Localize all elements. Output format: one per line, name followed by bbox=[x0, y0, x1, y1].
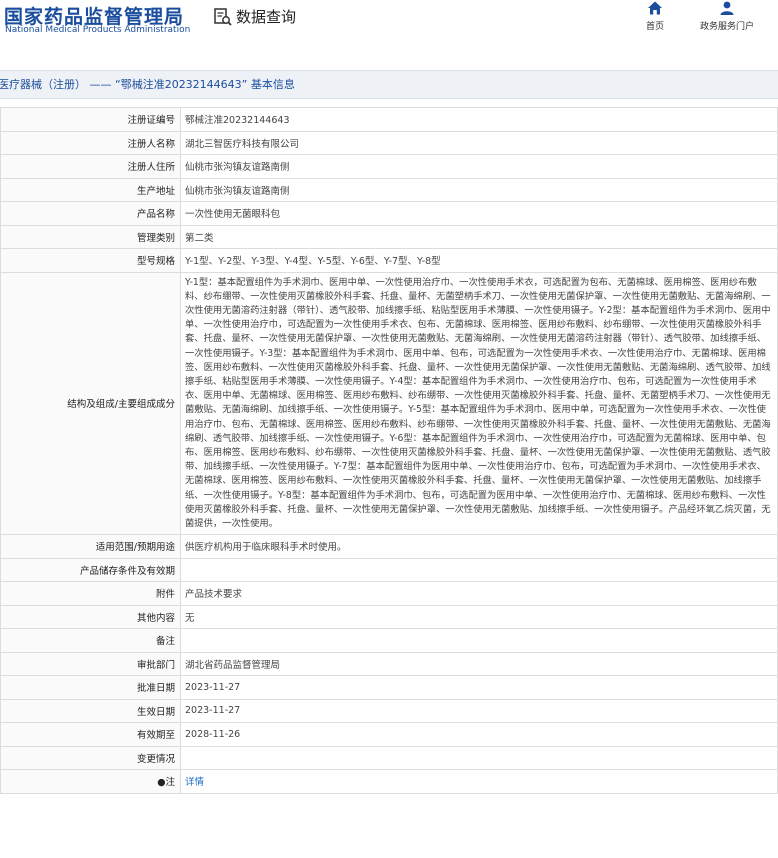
row-label: 适用范围/预期用途 bbox=[0, 534, 181, 559]
table-row: 结构及组成/主要组成成分 Y-1型：基本配置组件为手术洞巾、医用中单、一次性使用… bbox=[0, 271, 778, 536]
row-label: 产品储存条件及有效期 bbox=[0, 557, 181, 583]
nav-service-portal[interactable]: 政务服务门户 bbox=[700, 0, 754, 32]
table-row: 有效期至 2028-11-26 bbox=[0, 722, 778, 747]
row-value: 供医疗机构用于临床眼科手术时使用。 bbox=[180, 534, 778, 559]
row-value: 产品技术要求 bbox=[180, 581, 778, 606]
nav-home-label: 首页 bbox=[646, 22, 665, 32]
row-label: 变更情况 bbox=[0, 745, 181, 771]
site-logo-subtitle: National Medical Products Administration bbox=[5, 25, 191, 35]
row-label: 有效期至 bbox=[0, 722, 181, 747]
row-value bbox=[180, 628, 778, 653]
row-value: 2023-11-27 bbox=[180, 698, 778, 724]
row-value: 一次性使用无菌眼科包 bbox=[180, 201, 778, 226]
row-label: 注册人名称 bbox=[0, 130, 181, 155]
table-row: 注册人住所 仙桃市张沟镇友谊路南侧 bbox=[0, 154, 778, 179]
data-query-label: 数据查询 bbox=[236, 8, 297, 26]
row-value bbox=[180, 557, 778, 583]
row-value: 湖北三智医疗科技有限公司 bbox=[180, 130, 778, 155]
row-label: 管理类别 bbox=[0, 224, 181, 249]
data-query-link[interactable]: 数据查询 bbox=[213, 6, 296, 27]
row-label: 备注 bbox=[0, 628, 181, 653]
breadcrumb-text: 医疗器械（注册） —— “鄂械注准20232144643” 基本信息 bbox=[0, 78, 295, 91]
row-value: Y-1型、Y-2型、Y-3型、Y-4型、Y-5型、Y-6型、Y-7型、Y-8型 bbox=[180, 248, 778, 273]
registration-info-table: 注册证编号 鄂械注准20232144643 注册人名称 湖北三智医疗科技有限公司… bbox=[0, 107, 778, 794]
row-value: Y-1型：基本配置组件为手术洞巾、医用中单、一次性使用治疗巾、一次性使用手术衣，… bbox=[180, 271, 778, 536]
row-value: 仙桃市张沟镇友谊路南侧 bbox=[180, 154, 778, 179]
home-icon bbox=[648, 1, 662, 15]
row-label: 注册人住所 bbox=[0, 154, 181, 179]
breadcrumb: 医疗器械（注册） —— “鄂械注准20232144643” 基本信息 bbox=[0, 70, 778, 99]
table-row: 生产地址 仙桃市张沟镇友谊路南侧 bbox=[0, 177, 778, 202]
row-value: 仙桃市张沟镇友谊路南侧 bbox=[180, 177, 778, 202]
table-row: ●注 详情 bbox=[0, 769, 778, 794]
table-row: 附件 产品技术要求 bbox=[0, 581, 778, 606]
site-header: 国家药品监督管理局 National Medical Products Admi… bbox=[0, 0, 778, 46]
row-value: 湖北省药品监督管理局 bbox=[180, 651, 778, 677]
table-row: 变更情况 bbox=[0, 745, 778, 771]
table-row: 型号规格 Y-1型、Y-2型、Y-3型、Y-4型、Y-5型、Y-6型、Y-7型、… bbox=[0, 248, 778, 273]
row-label: 结构及组成/主要组成成分 bbox=[0, 271, 181, 536]
row-value: 鄂械注准20232144643 bbox=[180, 107, 778, 132]
table-row: 其他内容 无 bbox=[0, 604, 778, 630]
row-label: 审批部门 bbox=[0, 651, 181, 677]
table-row: 审批部门 湖北省药品监督管理局 bbox=[0, 651, 778, 677]
row-value: 2023-11-27 bbox=[180, 675, 778, 700]
row-value: 第二类 bbox=[180, 224, 778, 249]
row-label: 注册证编号 bbox=[0, 107, 181, 132]
table-row: 适用范围/预期用途 供医疗机构用于临床眼科手术时使用。 bbox=[0, 534, 778, 559]
row-label: 其他内容 bbox=[0, 604, 181, 630]
row-label: 产品名称 bbox=[0, 201, 181, 226]
table-row: 生效日期 2023-11-27 bbox=[0, 698, 778, 724]
row-label: 批准日期 bbox=[0, 675, 181, 700]
user-icon bbox=[720, 1, 734, 15]
row-value: 2028-11-26 bbox=[180, 722, 778, 747]
table-row: 备注 bbox=[0, 628, 778, 653]
row-value bbox=[180, 745, 778, 771]
table-row: 产品储存条件及有效期 bbox=[0, 557, 778, 583]
row-label: 生产地址 bbox=[0, 177, 181, 202]
row-label: 附件 bbox=[0, 581, 181, 606]
table-row: 产品名称 一次性使用无菌眼科包 bbox=[0, 201, 778, 226]
document-search-icon bbox=[214, 7, 232, 26]
row-label: 生效日期 bbox=[0, 698, 181, 724]
row-label: ●注 bbox=[0, 769, 181, 794]
table-row: 批准日期 2023-11-27 bbox=[0, 675, 778, 700]
nav-service-portal-label: 政务服务门户 bbox=[700, 22, 755, 32]
nav-home[interactable]: 首页 bbox=[646, 0, 664, 32]
table-row: 注册人名称 湖北三智医疗科技有限公司 bbox=[0, 130, 778, 155]
details-link[interactable]: 详情 bbox=[185, 777, 204, 788]
row-label: 型号规格 bbox=[0, 248, 181, 273]
table-row: 注册证编号 鄂械注准20232144643 bbox=[0, 107, 778, 132]
table-row: 管理类别 第二类 bbox=[0, 224, 778, 249]
row-value: 无 bbox=[180, 604, 778, 630]
